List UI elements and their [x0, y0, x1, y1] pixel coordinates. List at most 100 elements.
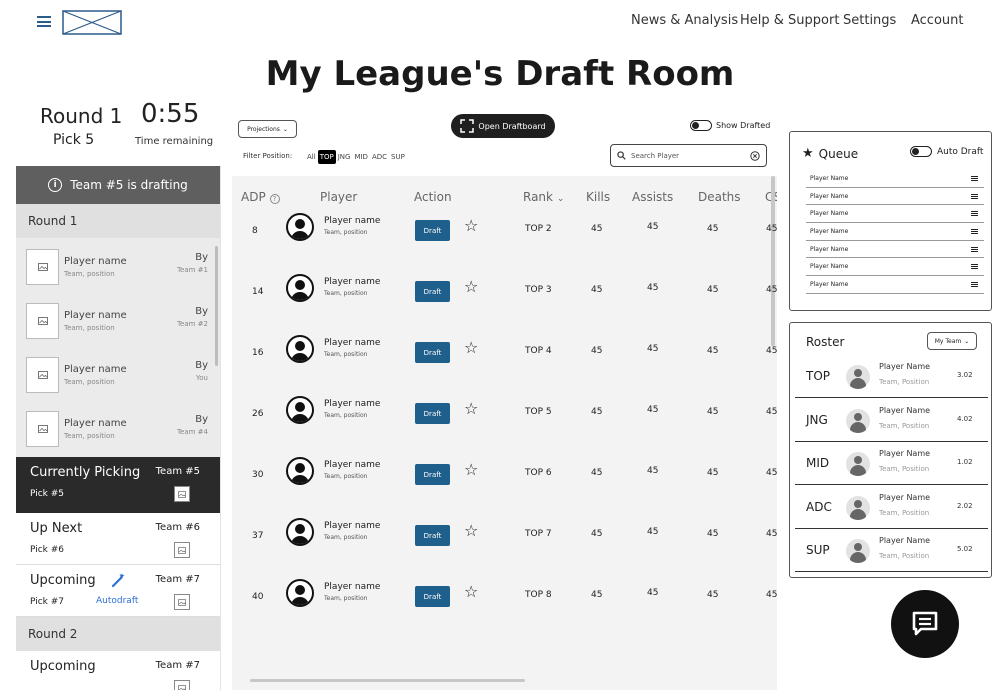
queue-item[interactable]: Player Name [806, 241, 984, 259]
queue-panel[interactable]: ★ Queue Auto Draft Player Name Player Nam… [789, 131, 992, 311]
nav-help-support[interactable]: Help & Support [740, 13, 839, 28]
draft-button[interactable]: Draft [415, 464, 450, 485]
roster-panel[interactable]: Roster My Team ⌄ TOP Player Name Team, Pos… [789, 322, 992, 578]
auto-draft-control[interactable]: Auto Draft [910, 146, 983, 157]
open-draftboard-button[interactable]: Open Draftboard [451, 114, 555, 138]
roster-row[interactable]: MID Player Name Team, Position 1.02 [795, 442, 988, 485]
roster-player-name[interactable]: Player Name [879, 406, 930, 415]
projections-dropdown[interactable]: Projections ⌄ [238, 120, 297, 138]
table-row[interactable]: 8 Player name Team, position Draft ☆ TOP 2 45 4… [232, 202, 777, 263]
table-row[interactable]: 30 Player name Team, position Draft ☆ TOP 6 45… [232, 446, 777, 507]
table-row[interactable]: 26 Player name Team, position Draft ☆ TOP 5 45… [232, 385, 777, 446]
draft-button[interactable]: Draft [415, 342, 450, 363]
cell-player-name[interactable]: Player name [324, 582, 380, 592]
upcoming-slot[interactable]: Upcoming Pick #7 Autodraft Team #7 [16, 565, 220, 617]
table-row[interactable]: 37 Player name Team, position Draft ☆ TOP 7 45… [232, 507, 777, 568]
queue-item[interactable]: Player Name [806, 205, 984, 224]
cell-player-name[interactable]: Player name [324, 216, 380, 226]
star-icon[interactable]: ☆ [464, 584, 478, 600]
nav-news-analysis[interactable]: News & Analysis [631, 13, 738, 28]
draft-button[interactable]: Draft [415, 403, 450, 424]
drag-handle-icon[interactable] [971, 281, 978, 288]
draft-button[interactable]: Draft [415, 586, 450, 607]
pick-row[interactable]: Player name Team, position By Team #4 [16, 402, 220, 456]
filter-adc[interactable]: ADC [370, 152, 389, 162]
drag-handle-icon[interactable] [971, 210, 978, 217]
search-input[interactable]: Search Player [610, 144, 767, 167]
drafting-banner: i Team #5 is drafting [16, 166, 220, 204]
star-icon[interactable]: ☆ [464, 340, 478, 356]
cell-player-name[interactable]: Player name [324, 460, 380, 470]
pick-by-team: Team #4 [176, 428, 208, 436]
star-icon[interactable]: ☆ [464, 462, 478, 478]
queue-item[interactable]: Player Name [806, 276, 984, 294]
drag-handle-icon[interactable] [971, 175, 978, 182]
hamburger-menu-icon[interactable] [37, 16, 51, 27]
logo-placeholder[interactable] [62, 10, 122, 35]
cell-player-name[interactable]: Player name [324, 277, 380, 287]
up-next-slot[interactable]: Up Next Pick #6 Team #6 [16, 513, 220, 565]
drag-handle-icon[interactable] [971, 246, 978, 253]
drag-handle-icon[interactable] [971, 193, 978, 200]
position-filter-group[interactable]: All TOP JNG MID ADC SUP [305, 150, 407, 164]
cell-kills: 45 [591, 529, 603, 539]
round-1-picks[interactable]: Player name Team, position By Team #1 Play… [16, 238, 220, 457]
drag-handle-icon[interactable] [971, 228, 978, 235]
filter-top[interactable]: TOP [317, 150, 336, 164]
clear-icon[interactable] [750, 150, 760, 161]
player-avatar-icon [286, 274, 314, 302]
pick-row[interactable]: Player name Team, position By Team #1 [16, 240, 220, 294]
player-avatar-icon [846, 452, 870, 476]
filter-mid[interactable]: MID [352, 152, 370, 162]
star-icon[interactable]: ☆ [464, 218, 478, 234]
filter-all[interactable]: All [305, 152, 318, 162]
roster-player-name[interactable]: Player Name [879, 449, 930, 458]
currently-picking-slot[interactable]: Currently Picking Pick #5 Team #5 [16, 457, 220, 513]
team-select-dropdown[interactable]: My Team ⌄ [927, 332, 977, 350]
roster-row[interactable]: SUP Player Name Team, Position 5.02 [795, 529, 988, 572]
table-horizontal-scrollbar[interactable] [250, 679, 525, 682]
show-drafted-control[interactable]: Show Drafted [690, 120, 770, 131]
autodraft-link[interactable]: Autodraft [96, 596, 138, 606]
star-icon[interactable]: ☆ [464, 279, 478, 295]
queue-item[interactable]: Player Name [806, 170, 984, 188]
nav-account[interactable]: Account [911, 13, 964, 28]
queue-list[interactable]: Player Name Player Name Player Name Player … [806, 170, 984, 294]
pick-row[interactable]: Player name Team, position By You [16, 348, 220, 402]
image-placeholder-icon [174, 542, 190, 558]
filter-sup[interactable]: SUP [389, 152, 407, 162]
roster-player-name[interactable]: Player Name [879, 493, 930, 502]
roster-row[interactable]: JNG Player Name Team, Position 4.02 [795, 399, 988, 442]
round-2-upcoming-slot[interactable]: Upcoming Team #7 [16, 651, 220, 690]
draft-order-panel[interactable]: i Team #5 is drafting Round 1 Player nam… [16, 166, 221, 690]
cell-player-name[interactable]: Player name [324, 338, 380, 348]
table-row[interactable]: 40 Player name Team, position Draft ☆ TOP 8 45… [232, 568, 777, 629]
table-row[interactable]: 14 Player name Team, position Draft ☆ TOP 3 45… [232, 263, 777, 324]
pick-row[interactable]: Player name Team, position By Team #2 [16, 294, 220, 348]
filter-jng[interactable]: JNG [336, 152, 353, 162]
cell-deaths: 45 [707, 468, 719, 478]
drag-handle-icon[interactable] [971, 263, 978, 270]
queue-item[interactable]: Player Name [806, 258, 984, 277]
queue-item[interactable]: Player Name [806, 223, 984, 241]
chat-button[interactable] [891, 590, 959, 658]
slot-pick-number: Pick #5 [30, 489, 65, 499]
star-icon[interactable]: ☆ [464, 523, 478, 539]
star-icon[interactable]: ☆ [464, 401, 478, 417]
cell-deaths: 45 [707, 285, 719, 295]
nav-settings[interactable]: Settings [843, 13, 896, 28]
roster-row[interactable]: ADC Player Name Team, Position 2.02 [795, 486, 988, 529]
roster-player-name[interactable]: Player Name [879, 536, 930, 545]
table-row[interactable]: 16 Player name Team, position Draft ☆ TOP 4 45… [232, 324, 777, 385]
cell-player-name[interactable]: Player name [324, 521, 380, 531]
player-table[interactable]: ADP ? Player Action Rank ⌄ Kills Assists… [232, 176, 777, 690]
draft-button[interactable]: Draft [415, 281, 450, 302]
roster-row[interactable]: TOP Player Name Team, Position 3.02 [795, 355, 988, 398]
cell-player-name[interactable]: Player name [324, 399, 380, 409]
queue-item[interactable]: Player Name [806, 188, 984, 206]
draft-button[interactable]: Draft [415, 220, 450, 241]
draft-button[interactable]: Draft [415, 525, 450, 546]
auto-draft-toggle[interactable] [910, 146, 932, 157]
show-drafted-toggle[interactable] [690, 120, 712, 131]
roster-player-name[interactable]: Player Name [879, 362, 930, 371]
